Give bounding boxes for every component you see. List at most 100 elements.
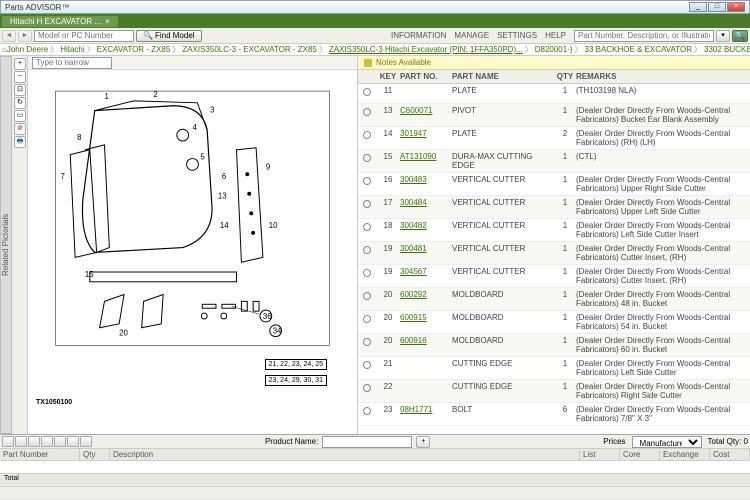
nav-back-button[interactable]: ◄ (2, 30, 16, 42)
parts-row[interactable]: 20 600916 MOLDBOARD 1 (Dealer Order Dire… (358, 334, 750, 357)
partno-link[interactable]: 08H1771 (400, 405, 432, 414)
row-radio[interactable] (363, 223, 371, 231)
cart-cut-button[interactable] (41, 436, 53, 447)
select-icon[interactable]: ▭ (14, 110, 26, 122)
svg-text:13: 13 (218, 192, 227, 201)
manufacturer-select[interactable]: Manufacturer (632, 436, 702, 448)
main-toolbar: ◄ ► 🔍Find Model INFORMATION MANAGE SETTI… (0, 28, 750, 44)
parts-row[interactable]: 21 CUTTING EDGE 1 (Dealer Order Directly… (358, 357, 750, 380)
partno-cell (400, 86, 452, 101)
parts-row[interactable]: 19 300481 VERTICAL CUTTER 1 (Dealer Orde… (358, 242, 750, 265)
partno-link[interactable]: 600292 (400, 290, 427, 299)
row-radio[interactable] (363, 269, 371, 277)
partno-link[interactable]: 600916 (400, 336, 427, 345)
qty-cell: 1 (554, 382, 576, 400)
cart-export-button[interactable] (80, 436, 92, 447)
breadcrumb-item[interactable]: EXCAVATOR - ZX85 (97, 45, 171, 54)
partno-link[interactable]: 300481 (400, 244, 427, 253)
breadcrumb-item[interactable]: Hitachi (60, 45, 84, 54)
rotate-icon[interactable]: ↻ (14, 97, 26, 109)
total-qty-label: Total Qty: 0 (708, 437, 748, 446)
parts-row[interactable]: 13 C600071 PIVOT 1 (Dealer Order Directl… (358, 104, 750, 127)
related-pictorials-tab[interactable]: Related Pictorials (0, 56, 12, 434)
parts-row[interactable]: 22 CUTTING EDGE 1 (Dealer Order Directly… (358, 380, 750, 403)
search-dropdown-button[interactable]: ▾ (716, 30, 730, 42)
nav-forward-button[interactable]: ► (18, 30, 32, 42)
tab-excavator[interactable]: Hitachi H EXCAVATOR ... × (2, 16, 118, 27)
zoom-in-icon[interactable]: + (14, 58, 26, 70)
zoom-out-icon[interactable]: − (14, 71, 26, 83)
cart-delete-button[interactable] (28, 436, 40, 447)
parts-row[interactable]: 11 PLATE 1 (TH103198 NLA) (358, 84, 750, 104)
row-radio[interactable] (363, 338, 371, 346)
narrow-input[interactable] (32, 57, 112, 69)
remarks-cell: (Dealer Order Directly From Woods-Centra… (576, 382, 750, 400)
partno-link[interactable]: 300482 (400, 221, 427, 230)
row-radio[interactable] (363, 384, 371, 392)
parts-row[interactable]: 23 08H1771 BOLT 6 (Dealer Order Directly… (358, 403, 750, 426)
window-minimize-button[interactable]: _ (689, 2, 707, 12)
window-maximize-button[interactable]: □ (708, 2, 726, 12)
parts-row[interactable]: 20 600915 MOLDBOARD 1 (Dealer Order Dire… (358, 311, 750, 334)
notes-available-bar[interactable]: Notes Available (358, 56, 750, 70)
row-radio[interactable] (363, 131, 371, 139)
find-model-button[interactable]: 🔍Find Model (136, 30, 202, 42)
parts-row[interactable]: 18 300482 VERTICAL CUTTER 1 (Dealer Orde… (358, 219, 750, 242)
link-help[interactable]: HELP (545, 31, 566, 40)
cart-copy-button[interactable] (54, 436, 66, 447)
partno-link[interactable]: 304567 (400, 267, 427, 276)
parts-row[interactable]: 20 600292 MOLDBOARD 1 (Dealer Order Dire… (358, 288, 750, 311)
partno-link[interactable]: 600915 (400, 313, 427, 322)
parts-row[interactable]: 15 AT131090 DURA-MAX CUTTING EDGE 1 (CTL… (358, 150, 750, 173)
cart-add-button[interactable] (15, 436, 27, 447)
cart-grid-body[interactable] (0, 461, 750, 473)
row-radio[interactable] (363, 246, 371, 254)
partno-link[interactable]: AT131090 (400, 152, 436, 161)
row-radio[interactable] (363, 361, 371, 369)
row-radio[interactable] (363, 154, 371, 162)
row-radio[interactable] (363, 177, 371, 185)
cart-new-button[interactable] (2, 436, 14, 447)
link-information[interactable]: INFORMATION (391, 31, 446, 40)
breadcrumb-item[interactable]: 33 BACKHOE & EXCAVATOR (585, 45, 692, 54)
key-cell: 20 (376, 336, 400, 354)
cancel-icon[interactable]: ⊘ (14, 123, 26, 135)
parts-row[interactable]: 17 300484 VERTICAL CUTTER 1 (Dealer Orde… (358, 196, 750, 219)
partno-cell: 600915 (400, 313, 452, 331)
search-input[interactable] (574, 30, 714, 42)
breadcrumb-item[interactable]: John Deere (7, 45, 48, 54)
parts-row[interactable]: 19 304567 VERTICAL CUTTER 1 (Dealer Orde… (358, 265, 750, 288)
breadcrumb-item[interactable]: ZAXIS350LC-3 Hitachi Excavator (PIN: 1FF… (329, 45, 523, 54)
tab-close-icon[interactable]: × (105, 17, 110, 26)
partno-link[interactable]: 300483 (400, 175, 427, 184)
parts-table-body[interactable]: 11 PLATE 1 (TH103198 NLA) 13 C600071 PIV… (358, 84, 750, 434)
product-add-button[interactable]: + (416, 436, 430, 448)
search-button[interactable]: 🔍 (732, 30, 748, 42)
parts-row[interactable]: 16 300483 VERTICAL CUTTER 1 (Dealer Orde… (358, 173, 750, 196)
parts-row[interactable]: 14 301947 PLATE 2 (Dealer Order Directly… (358, 127, 750, 150)
partno-link[interactable]: 301947 (400, 129, 427, 138)
link-manage[interactable]: MANAGE (454, 31, 489, 40)
cart-paste-button[interactable] (67, 436, 79, 447)
product-name-input[interactable] (322, 436, 412, 448)
row-radio[interactable] (363, 200, 371, 208)
partno-link[interactable]: C600071 (400, 106, 432, 115)
row-radio[interactable] (363, 88, 371, 96)
exploded-diagram[interactable]: 123 456 789 101520 1314 36 34 (36, 78, 349, 378)
svg-text:4: 4 (193, 123, 198, 132)
svg-text:2: 2 (153, 90, 157, 99)
zoom-fit-icon[interactable]: ⊡ (14, 84, 26, 96)
link-settings[interactable]: SETTINGS (497, 31, 537, 40)
row-radio[interactable] (363, 315, 371, 323)
window-close-button[interactable]: × (727, 2, 745, 12)
print-icon[interactable]: 🖶 (14, 136, 26, 148)
breadcrumb-item[interactable]: 3302 BUCKET WITH TEETH (704, 45, 750, 54)
breadcrumb-item[interactable]: ZAXIS350LC-3 - EXCAVATOR - ZX85 (182, 45, 317, 54)
breadcrumb-item[interactable]: D820001-) (535, 45, 573, 54)
model-input[interactable] (34, 30, 134, 42)
partno-link[interactable]: 300484 (400, 198, 427, 207)
row-radio[interactable] (363, 108, 371, 116)
row-radio[interactable] (363, 407, 371, 415)
status-bar (0, 486, 750, 498)
row-radio[interactable] (363, 292, 371, 300)
